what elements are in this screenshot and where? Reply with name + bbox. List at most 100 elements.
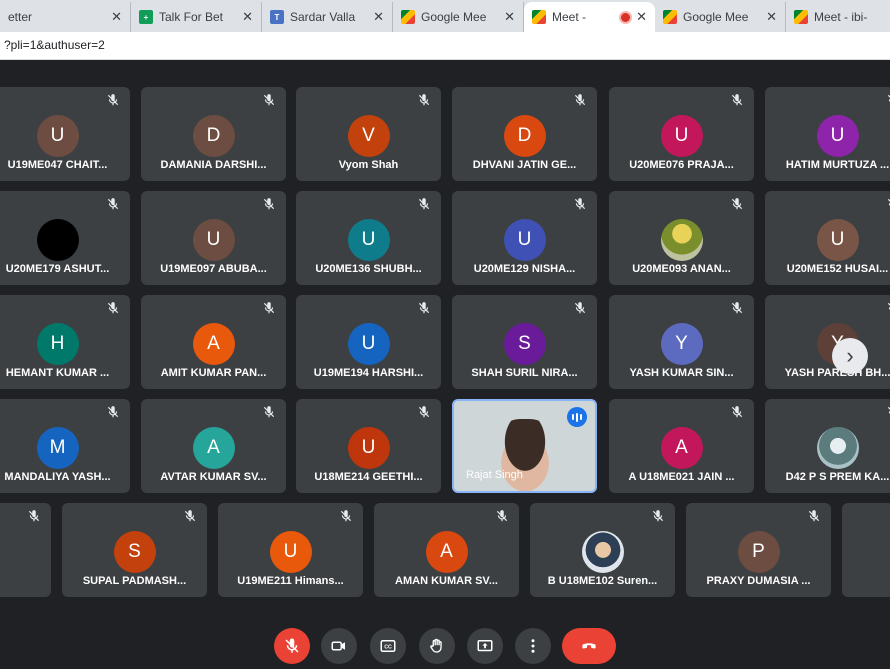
mic-off-icon — [417, 301, 431, 315]
close-tab-icon[interactable]: ✕ — [373, 9, 384, 25]
participant-tile[interactable]: YYASH PARESH BH... — [765, 295, 890, 389]
avatar: A — [192, 427, 235, 469]
doc-icon: T — [270, 10, 284, 24]
participant-name: DHVANI JATIN GE... — [472, 159, 577, 171]
mic-off-icon — [886, 197, 890, 211]
browser-tab[interactable]: Google Mee ✕ — [655, 2, 786, 32]
participant-name: A U18ME021 JAIN ... — [628, 471, 735, 483]
leave-call-button[interactable] — [562, 628, 616, 664]
participant-tile[interactable]: Y YASH KUMAR SIN... — [609, 295, 754, 389]
raise-hand-button[interactable] — [419, 628, 455, 664]
participant-tile[interactable]: U U20ME076 PRAJA... — [609, 87, 754, 181]
avatar: A — [425, 531, 468, 573]
participant-tile[interactable]: U U18ME214 GEETHI... — [296, 399, 441, 493]
participant-tile[interactable]: A AMIT KUMAR PAN... — [141, 295, 286, 389]
close-tab-icon[interactable]: ✕ — [111, 9, 122, 25]
participant-tile[interactable]: H HEMANT KUMAR ... — [0, 295, 130, 389]
browser-tab[interactable]: Meet - ibi-✕ — [786, 2, 890, 32]
address-bar[interactable]: ?pli=1&authuser=2 — [0, 32, 890, 60]
next-page-button[interactable]: › — [832, 338, 868, 374]
participant-tile[interactable]: V Vyom Shah — [296, 87, 441, 181]
url-text: ?pli=1&authuser=2 — [4, 38, 105, 52]
participant-name: U20ME076 PRAJA... — [629, 159, 734, 171]
participant-tile[interactable]: B U18ME102 Suren... — [530, 503, 675, 597]
mic-off-icon — [573, 197, 587, 211]
close-tab-icon[interactable]: ✕ — [766, 9, 777, 25]
participant-tile[interactable]: U U20ME152 HUSAI... — [765, 191, 890, 285]
captions-button[interactable]: CC — [370, 628, 406, 664]
chevron-right-icon: › — [846, 343, 854, 368]
avatar: U — [816, 219, 859, 261]
mic-off-icon — [417, 405, 431, 419]
participant-name: Rajat Singh — [466, 469, 523, 481]
participant-name: U19ME194 HARSHI... — [313, 367, 424, 379]
participant-tile[interactable]: D42 P S PREM KA... — [765, 399, 890, 493]
participant-tile[interactable]: A AMAN KUMAR SV... — [374, 503, 519, 597]
present-button[interactable] — [467, 628, 503, 664]
participant-tile[interactable]: U U20ME136 SHUBH... — [296, 191, 441, 285]
participant-tile[interactable]: U U19ME047 CHAIT... — [0, 87, 130, 181]
mic-off-icon — [183, 509, 197, 523]
mic-off-icon — [573, 301, 587, 315]
browser-tab[interactable]: Google Mee ✕ — [393, 2, 524, 32]
phone-hangup-icon — [578, 635, 600, 657]
mic-off-icon — [730, 197, 744, 211]
participant-name: U18ME214 GEETHI... — [314, 471, 423, 483]
mic-off-icon — [417, 93, 431, 107]
avatar: U — [347, 323, 390, 365]
participant-tile[interactable]: S SHAH SURIL NIRA... — [452, 295, 597, 389]
participant-name: B U18ME102 Suren... — [547, 575, 658, 587]
mic-off-button[interactable] — [274, 628, 310, 664]
mic-off-icon — [262, 301, 276, 315]
participant-tile[interactable]: Rajat Singh — [452, 399, 597, 493]
more-options-button[interactable] — [515, 628, 551, 664]
more-vert-icon — [524, 637, 542, 655]
participant-tile[interactable]: M MANDALIYA YASH... — [0, 399, 130, 493]
avatar: D — [192, 115, 235, 157]
participant-tile[interactable]: D DHVANI JATIN GE... — [452, 87, 597, 181]
participant-tile[interactable]: U U19ME097 ABUBA... — [141, 191, 286, 285]
browser-tab[interactable]: Meet - ✕ — [524, 2, 655, 32]
avatar — [816, 427, 859, 469]
avatar: A — [660, 427, 703, 469]
participant-tile[interactable]: U20ME179 ASHUT... — [0, 191, 130, 285]
avatar: H — [36, 323, 79, 365]
participant-tile[interactable]: U U19ME211 Himans... — [218, 503, 363, 597]
sheets-icon: + — [139, 10, 153, 24]
mic-off-icon — [651, 509, 665, 523]
close-tab-icon[interactable]: ✕ — [242, 9, 253, 25]
participant-tile[interactable]: D DAMANIA DARSHI... — [141, 87, 286, 181]
mic-off-icon — [730, 93, 744, 107]
participant-tile[interactable]: U U20ME129 NISHA... — [452, 191, 597, 285]
participant-tile[interactable]: OJ S... — [0, 503, 51, 597]
avatar: A — [192, 323, 235, 365]
meet-icon — [532, 10, 546, 24]
browser-tab[interactable]: + Talk For Bet ✕ — [131, 2, 262, 32]
participant-tile[interactable] — [842, 503, 890, 597]
avatar: P — [737, 531, 780, 573]
participant-tile[interactable]: U U19ME194 HARSHI... — [296, 295, 441, 389]
participant-tile[interactable]: U20ME093 ANAN... — [609, 191, 754, 285]
participant-tile[interactable]: U HATIM MURTUZA ... — [765, 87, 890, 181]
mic-off-icon — [886, 405, 890, 419]
browser-tab-title: Meet - ibi- — [814, 10, 868, 24]
avatar: S — [503, 323, 546, 365]
close-tab-icon[interactable]: ✕ — [504, 9, 515, 25]
camera-button[interactable] — [321, 628, 357, 664]
avatar — [660, 219, 703, 261]
mic-off-icon — [106, 405, 120, 419]
close-tab-icon[interactable]: ✕ — [636, 9, 647, 25]
mic-off-icon — [886, 93, 890, 107]
participant-tile[interactable]: P PRAXY DUMASIA ... — [686, 503, 831, 597]
browser-tab-title: Meet - — [552, 10, 587, 24]
browser-tab[interactable]: etter ✕ — [0, 2, 131, 32]
participant-tile[interactable]: A AVTAR KUMAR SV... — [141, 399, 286, 493]
participant-name: U19ME047 CHAIT... — [7, 159, 108, 171]
mic-off-icon — [262, 197, 276, 211]
browser-tab[interactable]: T Sardar Valla ✕ — [262, 2, 393, 32]
mic-off-icon — [886, 301, 890, 315]
participant-tile[interactable]: S SUPAL PADMASH... — [62, 503, 207, 597]
avatar: S — [113, 531, 156, 573]
participant-tile[interactable]: A A U18ME021 JAIN ... — [609, 399, 754, 493]
avatar — [581, 531, 624, 573]
